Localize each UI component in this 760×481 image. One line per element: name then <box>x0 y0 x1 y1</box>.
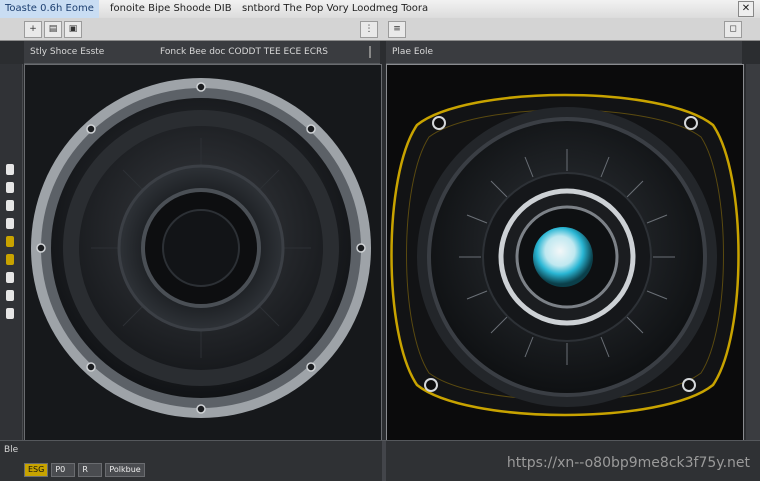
left-panel-header: Stly Shoce Esste Fonck Bee doc CODDT TEE… <box>24 41 380 64</box>
speaker-detail-image <box>387 65 743 441</box>
tool-9-icon[interactable] <box>6 308 14 319</box>
status-bar: Ble ESG P0 R Polkbue https://xn--o80bp9m… <box>0 440 760 481</box>
panel-grip-icon[interactable] <box>369 46 371 58</box>
left-viewport[interactable] <box>24 64 382 442</box>
open-icon[interactable]: ▤ <box>44 21 62 38</box>
left-panel-subtitle: Fonck Bee doc CODDT TEE ECE ECRS <box>160 47 328 57</box>
status-chip[interactable]: Polkbue <box>105 463 145 477</box>
grid-icon[interactable]: ⋮ <box>360 21 378 38</box>
left-panel-title: Stly Shoce Esste <box>30 47 105 57</box>
tool-strip <box>0 64 23 440</box>
status-text: Ble <box>4 445 19 455</box>
right-scrollbar[interactable] <box>746 64 760 440</box>
new-icon[interactable]: + <box>24 21 42 38</box>
watermark-url: https://xn--o80bp9me8ck3f75y.net <box>506 455 750 471</box>
right-viewport[interactable] <box>386 64 744 442</box>
tool-2-icon[interactable] <box>6 182 14 193</box>
tool-3-icon[interactable] <box>6 200 14 211</box>
main-toolbar: + ▤ ▣ ⋮ ≡ ◻ <box>0 18 760 41</box>
tool-6-icon[interactable] <box>6 254 14 265</box>
select-icon[interactable]: ◻ <box>724 21 742 38</box>
tool-7-icon[interactable] <box>6 272 14 283</box>
close-icon[interactable]: ✕ <box>738 1 754 17</box>
right-panel-title: Plae Eole <box>392 47 434 57</box>
speaker-front-image <box>25 65 381 441</box>
document-title: sntbord The Pop Vory Loodmeg Toora <box>242 3 429 14</box>
save-icon[interactable]: ▣ <box>64 21 82 38</box>
title-bar: Toaste 0.6h Eome fonoite Bipe Shoode DIB… <box>0 0 760 19</box>
tool-5-icon[interactable] <box>6 236 14 247</box>
tool-8-icon[interactable] <box>6 290 14 301</box>
status-divider <box>382 441 386 481</box>
status-chip[interactable]: P0 <box>51 463 76 477</box>
tool-4-icon[interactable] <box>6 218 14 229</box>
window-subtitle: fonoite Bipe Shoode DIB <box>110 3 232 14</box>
app-name[interactable]: Toaste 0.6h Eome <box>0 0 99 18</box>
status-chip[interactable]: ESG <box>24 463 49 477</box>
right-panel-header: Plae Eole <box>386 41 742 64</box>
status-chip[interactable]: R <box>78 463 103 477</box>
layers-icon[interactable]: ≡ <box>388 21 406 38</box>
status-chips: ESG P0 R Polkbue <box>24 463 145 477</box>
tool-1-icon[interactable] <box>6 164 14 175</box>
